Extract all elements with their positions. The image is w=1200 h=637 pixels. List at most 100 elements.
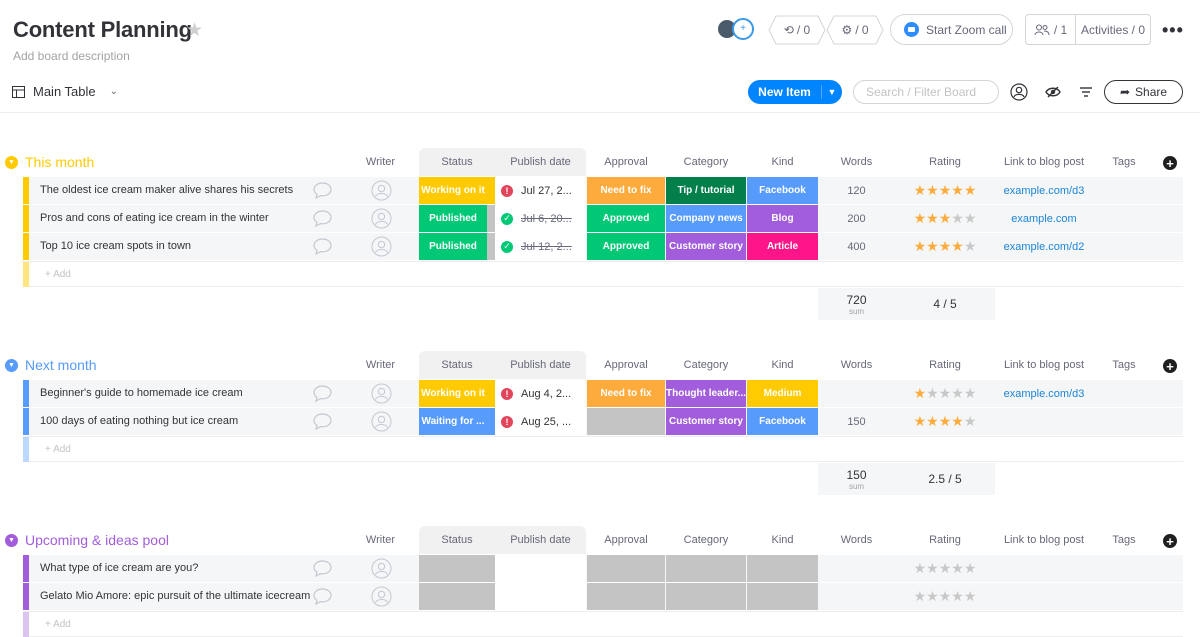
comment-bubble-icon[interactable]	[313, 413, 332, 430]
column-header-tags[interactable]: Tags	[1093, 351, 1155, 379]
column-header-words[interactable]: Words	[818, 526, 895, 554]
comment-bubble-icon[interactable]	[313, 210, 332, 227]
group-name[interactable]: Upcoming & ideas pool	[25, 532, 169, 548]
item-name[interactable]: 100 days of eating nothing but ice cream	[40, 408, 238, 435]
add-column-icon[interactable]: +	[1163, 156, 1177, 170]
collapse-chevron-icon[interactable]: ▼	[5, 358, 18, 372]
add-item-row[interactable]: + Add	[23, 436, 1183, 462]
approval-cell[interactable]: Approved	[587, 233, 665, 260]
integrations-button[interactable]: ⟲ / 0	[768, 15, 826, 45]
tags-cell[interactable]	[1093, 177, 1155, 204]
column-header-status[interactable]: Status	[419, 148, 495, 176]
kind-cell[interactable]: Facebook	[747, 408, 818, 435]
column-header-kind[interactable]: Kind	[747, 351, 818, 379]
person-filter-icon[interactable]	[1010, 83, 1028, 101]
members-button[interactable]: / 1	[1026, 15, 1076, 44]
status-cell[interactable]: Working on it	[419, 177, 487, 204]
kind-cell[interactable]	[747, 583, 818, 610]
tags-cell[interactable]	[1093, 205, 1155, 232]
tags-cell[interactable]	[1093, 380, 1155, 407]
column-header-status[interactable]: Status	[419, 526, 495, 554]
add-column-icon[interactable]: +	[1163, 359, 1177, 373]
column-header-category[interactable]: Category	[666, 351, 746, 379]
tags-cell[interactable]	[1093, 583, 1155, 610]
column-header-approval[interactable]: Approval	[587, 148, 665, 176]
zoom-call-button[interactable]: Start Zoom call	[890, 14, 1013, 45]
comment-bubble-icon[interactable]	[313, 560, 332, 577]
column-header-tags[interactable]: Tags	[1093, 148, 1155, 176]
column-header-words[interactable]: Words	[818, 148, 895, 176]
chevron-down-icon[interactable]: ▼	[822, 87, 842, 97]
column-header-approval[interactable]: Approval	[587, 351, 665, 379]
table-row[interactable]: Top 10 ice cream spots in town Published…	[0, 233, 1200, 261]
words-cell[interactable]: 400	[818, 233, 895, 260]
status-cell[interactable]	[419, 555, 487, 582]
publish-date-cell[interactable]	[495, 583, 586, 610]
hide-columns-icon[interactable]	[1045, 84, 1061, 100]
collapse-chevron-icon[interactable]: ▼	[5, 533, 18, 547]
person-icon[interactable]	[371, 586, 392, 607]
publish-date-cell[interactable]	[495, 555, 586, 582]
column-header-category[interactable]: Category	[666, 148, 746, 176]
kind-cell[interactable]: Facebook	[747, 177, 818, 204]
column-header-kind[interactable]: Kind	[747, 526, 818, 554]
status-cell[interactable]: Working on it	[419, 380, 487, 407]
column-header-rating[interactable]: Rating	[895, 148, 995, 176]
status-cell[interactable]	[419, 583, 487, 610]
blog-link[interactable]: example.com/d3	[995, 177, 1093, 204]
item-name[interactable]: Beginner's guide to homemade ice cream	[40, 380, 243, 407]
kind-cell[interactable]	[747, 555, 818, 582]
words-cell[interactable]	[818, 555, 895, 582]
blog-link[interactable]: example.com/d3	[995, 380, 1093, 407]
column-header-writer[interactable]: Writer	[343, 351, 418, 379]
column-header-writer[interactable]: Writer	[343, 148, 418, 176]
table-row[interactable]: Pros and cons of eating ice cream in the…	[0, 205, 1200, 233]
kind-cell[interactable]: Blog	[747, 205, 818, 232]
category-cell[interactable]: Customer story	[666, 408, 746, 435]
approval-cell[interactable]	[587, 555, 665, 582]
kind-cell[interactable]: Article	[747, 233, 818, 260]
tags-cell[interactable]	[1093, 408, 1155, 435]
blog-link[interactable]: example.com	[995, 205, 1093, 232]
comment-bubble-icon[interactable]	[313, 238, 332, 255]
category-cell[interactable]	[666, 555, 746, 582]
approval-cell[interactable]: Need to fix	[587, 177, 665, 204]
approval-cell[interactable]: Need to fix	[587, 380, 665, 407]
table-row[interactable]: Beginner's guide to homemade ice cream W…	[0, 380, 1200, 408]
activities-button[interactable]: Activities / 0	[1076, 23, 1150, 37]
rating-cell[interactable]: ★★★★★	[895, 233, 995, 260]
collapse-chevron-icon[interactable]: ▼	[5, 155, 18, 169]
column-header-status[interactable]: Status	[419, 351, 495, 379]
rating-cell[interactable]: ★★★★★	[895, 177, 995, 204]
column-header-rating[interactable]: Rating	[895, 351, 995, 379]
person-icon[interactable]	[371, 180, 392, 201]
rating-cell[interactable]: ★★★★★	[895, 583, 995, 610]
item-name[interactable]: The oldest ice cream maker alive shares …	[40, 177, 293, 204]
category-cell[interactable]	[666, 583, 746, 610]
approval-cell[interactable]	[587, 583, 665, 610]
publish-date-cell[interactable]: ! Aug 4, 2...	[495, 380, 586, 407]
add-item-row[interactable]: + Add	[23, 261, 1183, 287]
table-row[interactable]: What type of ice cream are you? ★★★★★	[0, 555, 1200, 583]
person-icon[interactable]	[371, 411, 392, 432]
publish-date-cell[interactable]: ! Aug 25, ...	[495, 408, 586, 435]
more-options-icon[interactable]: •••	[1162, 20, 1184, 41]
words-cell[interactable]: 150	[818, 408, 895, 435]
item-name[interactable]: Gelato Mio Amore: epic pursuit of the ul…	[40, 583, 310, 610]
status-cell[interactable]: Published	[419, 205, 487, 232]
column-header-tags[interactable]: Tags	[1093, 526, 1155, 554]
blog-link[interactable]	[995, 555, 1093, 582]
rating-cell[interactable]: ★★★★★	[895, 408, 995, 435]
publish-date-cell[interactable]: ! Jul 27, 2...	[495, 177, 586, 204]
column-header-rating[interactable]: Rating	[895, 526, 995, 554]
person-icon[interactable]	[371, 558, 392, 579]
automations-button[interactable]: ⚙ / 0	[826, 15, 884, 45]
add-item-input[interactable]: + Add	[45, 437, 71, 462]
publish-date-cell[interactable]: ✓ Jul 12, 2...	[495, 233, 586, 260]
table-row[interactable]: The oldest ice cream maker alive shares …	[0, 177, 1200, 205]
publish-date-cell[interactable]: ✓ Jul 6, 20...	[495, 205, 586, 232]
group-title[interactable]: ▼ Upcoming & ideas pool	[5, 532, 169, 548]
rating-cell[interactable]: ★★★★★	[895, 205, 995, 232]
category-cell[interactable]: Thought leader...	[666, 380, 746, 407]
category-cell[interactable]: Tip / tutorial	[666, 177, 746, 204]
